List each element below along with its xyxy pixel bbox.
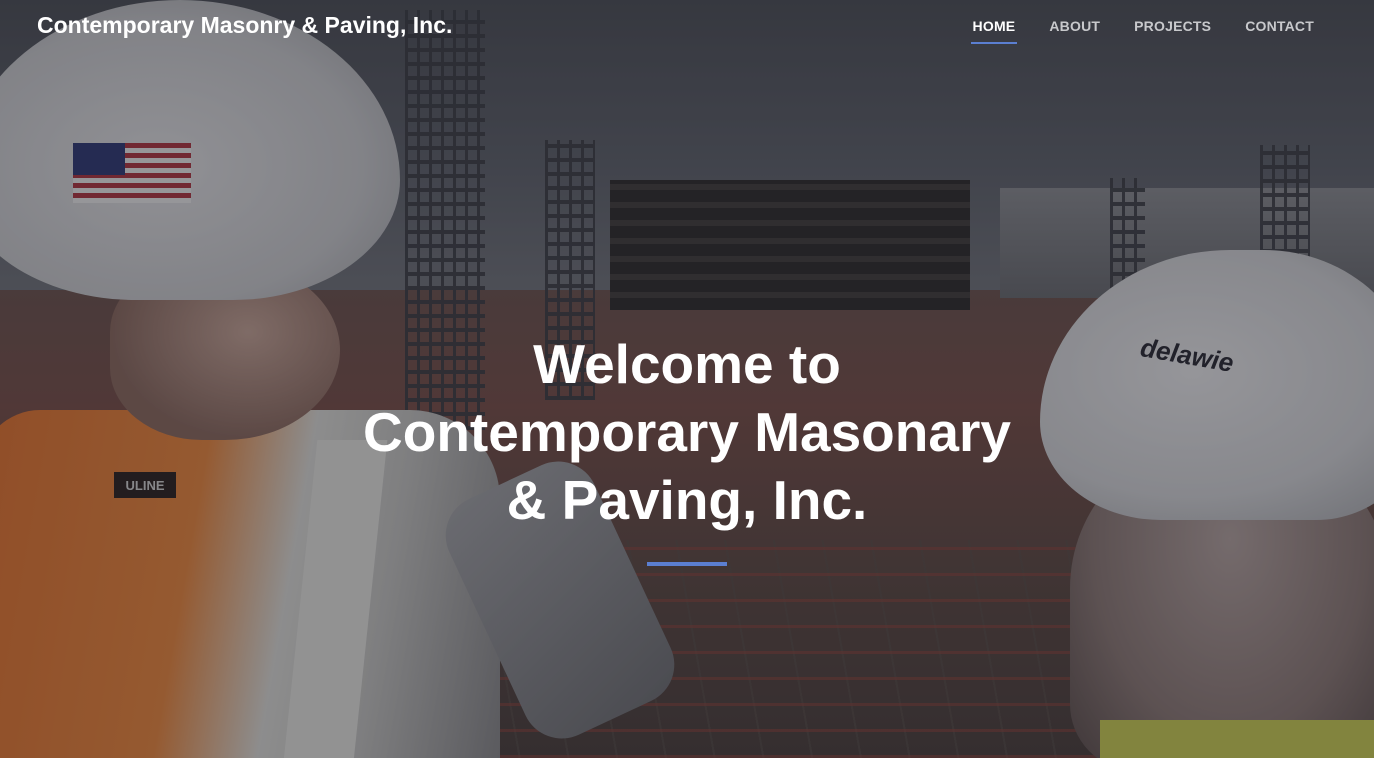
hero-section: ULINE delawie Contemporary Masonry & Pav…	[0, 0, 1374, 758]
nav-link-home[interactable]: HOME	[956, 18, 1033, 44]
hero-content: Welcome to Contemporary Masonary & Pavin…	[0, 330, 1374, 566]
nav-item-projects: PROJECTS	[1117, 18, 1228, 44]
nav-link-contact[interactable]: CONTACT	[1228, 18, 1331, 44]
nav-item-home: HOME	[956, 18, 1033, 44]
brand-logo-link[interactable]: Contemporary Masonry & Paving, Inc.	[37, 12, 452, 39]
hero-title-line-2: Contemporary Masonary	[363, 401, 1011, 463]
hero-divider	[647, 562, 727, 566]
nav-item-contact: CONTACT	[1228, 18, 1331, 44]
nav-link-projects[interactable]: PROJECTS	[1117, 18, 1228, 44]
navbar: Contemporary Masonry & Paving, Inc. HOME…	[0, 0, 1374, 54]
hero-title-line-3: & Paving, Inc.	[506, 469, 868, 531]
hero-title: Welcome to Contemporary Masonary & Pavin…	[337, 330, 1037, 534]
nav-menu: HOME ABOUT PROJECTS CONTACT	[956, 18, 1331, 44]
nav-link-about[interactable]: ABOUT	[1032, 18, 1117, 44]
hero-title-line-1: Welcome to	[533, 333, 841, 395]
nav-item-about: ABOUT	[1032, 18, 1117, 44]
